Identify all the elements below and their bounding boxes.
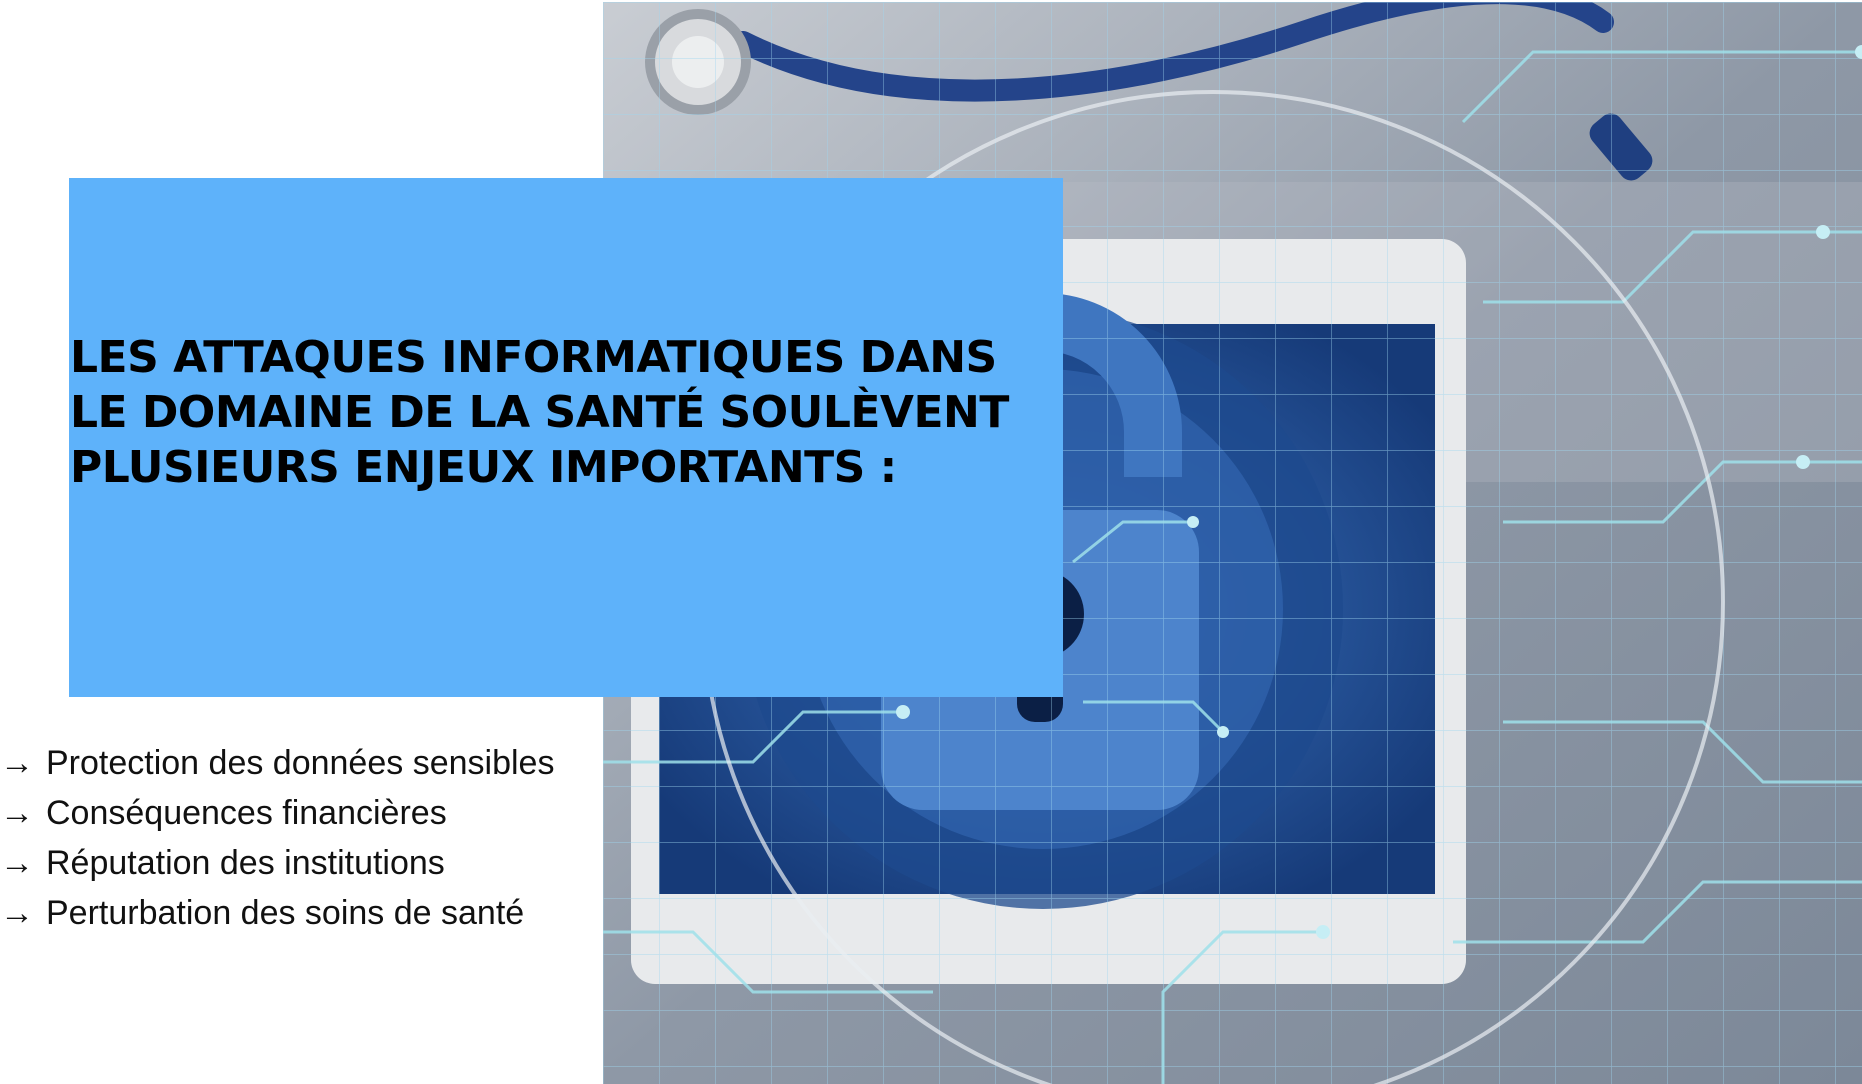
title-line: PLUSIEURS ENJEUX IMPORTANTS : [70,442,897,493]
title-line: LE DOMAINE DE LA SANTÉ SOULÈVENT [70,387,1009,438]
arrow-right-icon: → [0,844,34,882]
list-item-text: Conséquences financières [46,794,447,832]
list-item: → Protection des données sensibles [0,738,554,788]
slide-title: LES ATTAQUES INFORMATIQUES DANS LE DOMAI… [70,330,1070,495]
list-item-text: Protection des données sensibles [46,744,555,782]
list-item-text: Réputation des institutions [46,844,445,882]
list-item: → Perturbation des soins de santé [0,888,554,938]
arrow-right-icon: → [0,744,34,782]
arrow-right-icon: → [0,894,34,932]
title-line: LES ATTAQUES INFORMATIQUES DANS [70,332,997,383]
list-item: → Conséquences financières [0,788,554,838]
list-item-text: Perturbation des soins de santé [46,894,525,932]
issues-list: → Protection des données sensibles → Con… [0,738,554,938]
list-item: → Réputation des institutions [0,838,554,888]
arrow-right-icon: → [0,794,34,832]
slide: LES ATTAQUES INFORMATIQUES DANS LE DOMAI… [0,0,1862,1084]
